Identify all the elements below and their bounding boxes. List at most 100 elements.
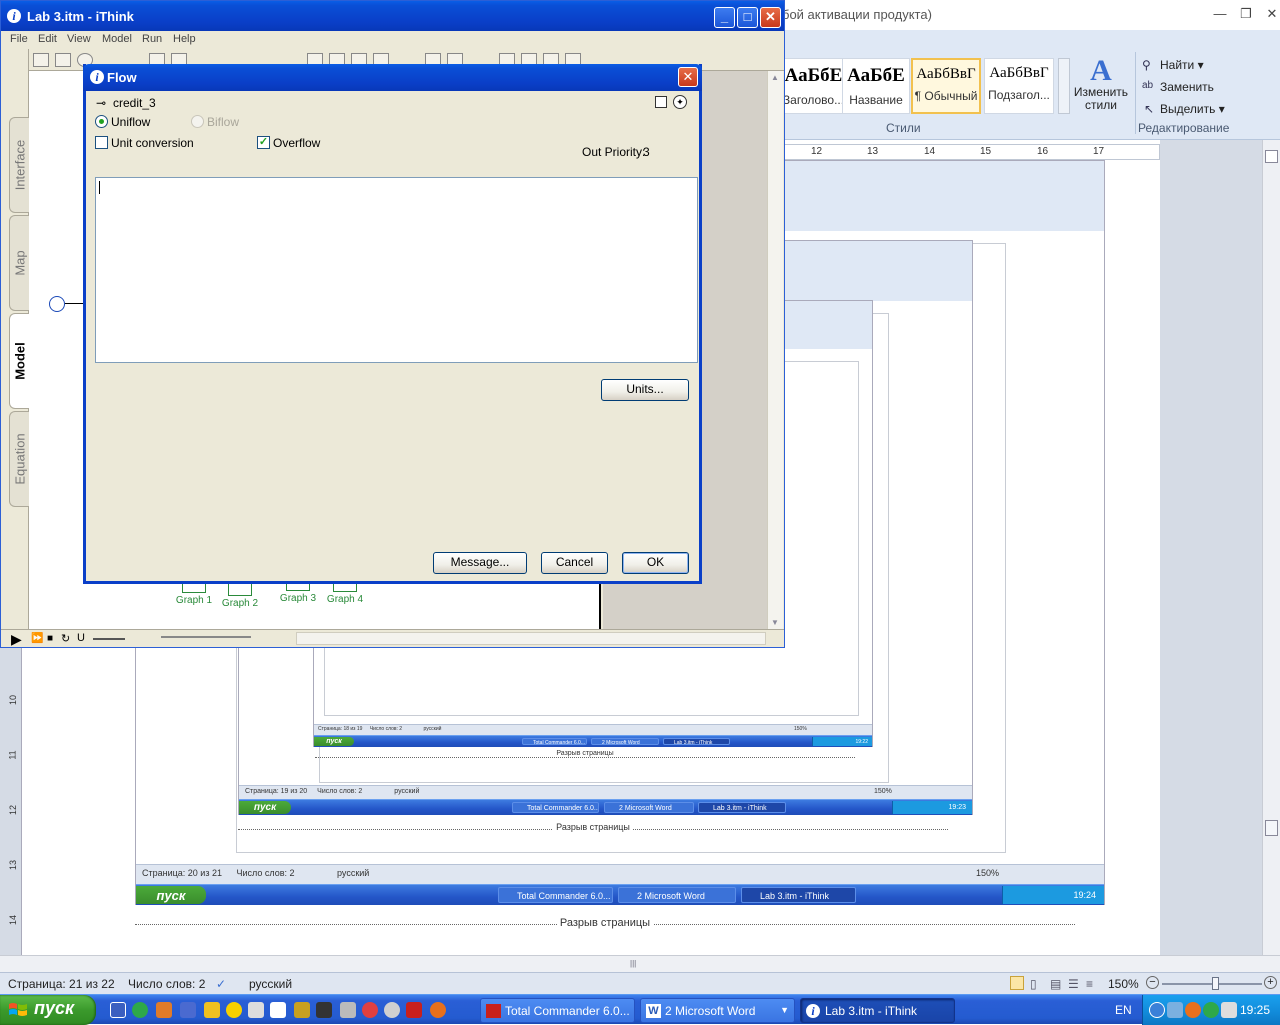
reading-layout-icon[interactable]: ▯ <box>1030 977 1037 991</box>
clock-icon[interactable] <box>384 1002 400 1018</box>
task-total-commander[interactable]: Total Commander 6.0... <box>480 998 635 1023</box>
flow-title-bar[interactable]: i Flow ✕ <box>83 64 702 91</box>
ithink-hscroll[interactable] <box>296 632 766 645</box>
change-styles-button[interactable]: A Изменить стили <box>1072 56 1130 112</box>
opera-icon[interactable] <box>362 1002 378 1018</box>
style-heading[interactable]: АаБбЕ Заголово... <box>780 58 848 114</box>
ithink-title-bar[interactable]: i Lab 3.itm - iThink _ □ ✕ <box>1 1 784 31</box>
ruler-toggle-icon[interactable] <box>1265 150 1278 163</box>
nested-start: пуск <box>239 801 291 814</box>
search-icon[interactable] <box>340 1002 356 1018</box>
uniflow-radio[interactable] <box>95 115 108 128</box>
print-layout-icon[interactable] <box>1010 976 1024 990</box>
language[interactable]: русский <box>249 977 292 991</box>
ithink-vscroll[interactable]: ▲ ▼ <box>767 71 783 629</box>
time-slider[interactable] <box>161 636 251 638</box>
tab-model[interactable]: Model <box>9 313 30 409</box>
find-button[interactable]: ⚲ Найти ▾ <box>1140 58 1204 72</box>
maximize-button[interactable]: □ <box>737 7 758 28</box>
ok-button[interactable]: OK <box>622 552 689 574</box>
zoom-out-icon[interactable]: − <box>1146 976 1159 989</box>
network-icon[interactable] <box>1167 1002 1183 1018</box>
scroll-grip-icon[interactable]: ||| <box>630 959 642 969</box>
winamp-icon[interactable] <box>226 1002 242 1018</box>
globe-icon[interactable]: ✦ <box>673 95 687 109</box>
draft-icon[interactable]: ≡ <box>1086 977 1093 991</box>
tab-interface[interactable]: Interface <box>9 117 29 213</box>
floppy-icon[interactable] <box>110 1002 126 1018</box>
u-icon[interactable]: U <box>77 632 85 644</box>
styles-scroll[interactable] <box>1058 58 1070 114</box>
style-title[interactable]: АаБбЕ Название <box>842 58 910 114</box>
run-icon[interactable]: ▶ <box>11 631 22 648</box>
menu-run[interactable]: Run <box>142 33 162 45</box>
tab-map[interactable]: Map <box>9 215 29 311</box>
style-subtitle[interactable]: АаБбВвГ Подзагол... <box>984 58 1054 114</box>
nested-start: пуск <box>314 737 354 746</box>
pdf-icon[interactable] <box>406 1002 422 1018</box>
task-ithink[interactable]: i Lab 3.itm - iThink <box>800 998 955 1023</box>
styles-group-label: Стили <box>886 121 921 135</box>
tray-arrow-icon[interactable] <box>1149 1002 1165 1018</box>
close-button[interactable]: ✕ <box>760 7 781 28</box>
vertical-scrollbar[interactable] <box>1262 140 1280 955</box>
spellcheck-icon[interactable]: ✓ <box>216 977 226 991</box>
app-icon[interactable] <box>248 1002 264 1018</box>
speed-slider[interactable] <box>93 638 125 640</box>
page-count[interactable]: Страница: 21 из 22 <box>8 977 115 991</box>
unit-conversion-checkbox[interactable] <box>95 136 108 149</box>
menu-file[interactable]: File <box>10 33 28 45</box>
volume-icon[interactable] <box>1221 1002 1237 1018</box>
fast-forward-icon[interactable]: ⏩ <box>31 633 43 644</box>
replace-button[interactable]: ab Заменить <box>1140 80 1214 94</box>
stop-icon[interactable]: ■ <box>47 633 53 644</box>
clock[interactable]: 19:25 <box>1240 1003 1270 1017</box>
scroll-up-icon[interactable]: ▲ <box>771 73 779 82</box>
tray-utorrent-icon[interactable] <box>1203 1002 1219 1018</box>
stock-tool-icon[interactable] <box>33 53 49 67</box>
menu-model[interactable]: Model <box>102 33 132 45</box>
zoom-in-icon[interactable]: + <box>1264 976 1277 989</box>
web-layout-icon[interactable]: ▤ <box>1050 977 1061 991</box>
scroll-thumb[interactable] <box>1265 820 1278 836</box>
terminal-icon[interactable] <box>316 1002 332 1018</box>
menu-edit[interactable]: Edit <box>38 33 57 45</box>
tool-icon[interactable] <box>294 1002 310 1018</box>
zoom-level[interactable]: 150% <box>1108 977 1139 991</box>
select-button[interactable]: ↖ Выделить ▾ <box>1140 102 1225 116</box>
out-priority-value: 3 <box>643 145 650 159</box>
equation-textarea[interactable] <box>95 177 698 363</box>
window-icon[interactable] <box>270 1002 286 1018</box>
cloud-icon[interactable] <box>49 296 65 312</box>
utorrent-icon[interactable] <box>132 1002 148 1018</box>
close-button[interactable]: ✕ <box>678 67 698 87</box>
cancel-button[interactable]: Cancel <box>541 552 608 574</box>
minimize-icon[interactable]: — <box>1210 6 1230 22</box>
folder-icon[interactable] <box>156 1002 172 1018</box>
menu-view[interactable]: View <box>67 33 91 45</box>
zoom-slider-thumb[interactable] <box>1212 977 1219 990</box>
language-indicator[interactable]: EN <box>1115 1003 1132 1017</box>
message-button[interactable]: Message... <box>433 552 527 574</box>
lightning-icon[interactable] <box>204 1002 220 1018</box>
task-microsoft-word[interactable]: W 2 Microsoft Word ▼ <box>640 998 795 1023</box>
outline-icon[interactable]: ☰ <box>1068 977 1079 991</box>
start-button[interactable]: пуск <box>0 995 96 1025</box>
horizontal-scrollbar[interactable]: ||| <box>0 955 1280 972</box>
media-icon[interactable] <box>180 1002 196 1018</box>
overflow-checkbox[interactable]: ✓ <box>257 136 270 149</box>
firefox-icon[interactable] <box>430 1002 446 1018</box>
reset-icon[interactable]: ↻ <box>61 632 70 645</box>
style-normal[interactable]: АаБбВвГ ¶ Обычный <box>911 58 981 114</box>
close-icon[interactable]: ✕ <box>1262 6 1280 22</box>
menu-help[interactable]: Help <box>173 33 196 45</box>
minimize-button[interactable]: _ <box>714 7 735 28</box>
flow-tool-icon[interactable] <box>55 53 71 67</box>
tray-app-icon[interactable] <box>1185 1002 1201 1018</box>
tab-equation[interactable]: Equation <box>9 411 29 507</box>
units-button[interactable]: Units... <box>601 379 689 401</box>
restore-icon[interactable]: ❐ <box>1236 6 1256 22</box>
scroll-down-icon[interactable]: ▼ <box>771 618 779 627</box>
word-count[interactable]: Число слов: 2 <box>128 977 205 991</box>
document-icon[interactable] <box>655 96 667 108</box>
